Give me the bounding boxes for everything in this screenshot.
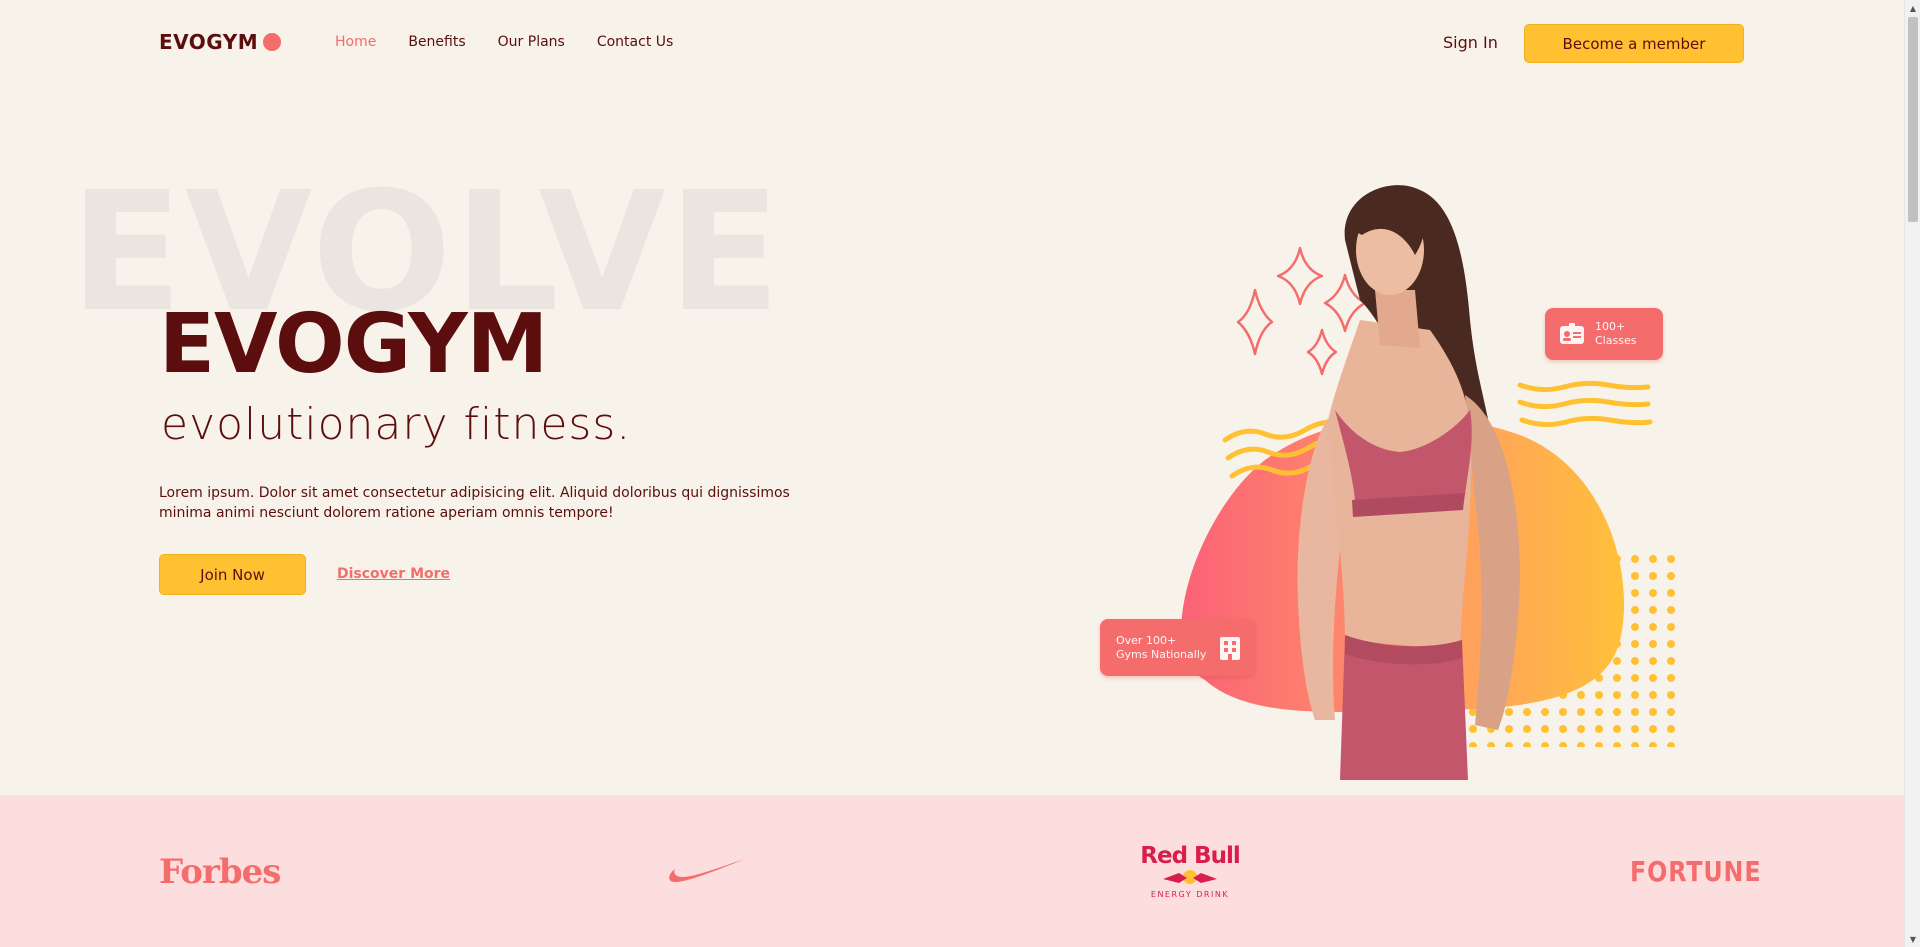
wavy-lines-right — [1517, 380, 1653, 428]
navbar: EVOGYM Home Benefits Our Plans Contact U… — [0, 0, 1904, 88]
classes-badge-line1: 100+ — [1595, 320, 1626, 333]
id-card-icon — [1559, 323, 1585, 345]
redbull-tagline: ENERGY DRINK — [1150, 890, 1230, 899]
sponsors-bar: Forbes Red Bull ENERGY DRINK FORTUNE — [0, 795, 1904, 947]
brand-logo[interactable]: EVOGYM — [159, 30, 282, 54]
fortune-logo: FORTUNE — [1630, 855, 1762, 888]
nav-link-benefits[interactable]: Benefits — [408, 34, 465, 50]
become-member-button[interactable]: Become a member — [1524, 24, 1744, 63]
building-icon — [1219, 636, 1241, 660]
nav-link-home[interactable]: Home — [335, 34, 376, 50]
join-now-button[interactable]: Join Now — [159, 554, 306, 595]
scroll-up-arrow-icon[interactable]: ▲ — [1905, 0, 1920, 16]
gyms-badge-line1: Over 100+ — [1116, 633, 1177, 647]
gyms-badge-line2: Gyms Nationally — [1116, 647, 1207, 661]
hero-description: Lorem ipsum. Dolor sit amet consectetur … — [159, 485, 790, 521]
scroll-down-arrow-icon[interactable]: ▼ — [1905, 931, 1920, 947]
classes-badge-line2: Classes — [1595, 334, 1637, 347]
brand-name: EVOGYM — [159, 30, 259, 54]
page-scrollbar[interactable]: ▲ ▼ — [1904, 0, 1920, 947]
hero-subtitle: evolutionary fitness. — [161, 399, 632, 450]
forbes-logo: Forbes — [159, 852, 281, 892]
athlete-figure — [1297, 185, 1520, 780]
sparkle-icons — [1236, 246, 1367, 376]
sign-in-link[interactable]: Sign In — [1443, 33, 1498, 52]
discover-more-link[interactable]: Discover More — [337, 566, 450, 582]
classes-badge: 100+ Classes — [1545, 308, 1663, 360]
redbull-logo: Red Bull ENERGY DRINK — [1140, 843, 1240, 899]
brand-dot-icon — [263, 33, 282, 51]
nike-swoosh-logo — [665, 857, 747, 889]
gyms-badge: Over 100+ Gyms Nationally — [1100, 619, 1255, 676]
page: EVOGYM Home Benefits Our Plans Contact U… — [0, 0, 1904, 947]
classes-badge-text: 100+ Classes — [1595, 320, 1636, 348]
redbull-name: Red Bull — [1140, 843, 1240, 869]
redbull-bulls-icon — [1163, 870, 1217, 884]
hero-image — [1181, 185, 1675, 780]
gyms-badge-text: Over 100+ Gyms Nationally — [1116, 634, 1206, 662]
scrollbar-thumb[interactable] — [1908, 17, 1918, 222]
nav-link-contact-us[interactable]: Contact Us — [597, 34, 673, 50]
nav-link-our-plans[interactable]: Our Plans — [498, 34, 565, 50]
nav-links: Home Benefits Our Plans Contact Us — [335, 34, 673, 50]
hero-title: EVOGYM — [159, 297, 548, 392]
